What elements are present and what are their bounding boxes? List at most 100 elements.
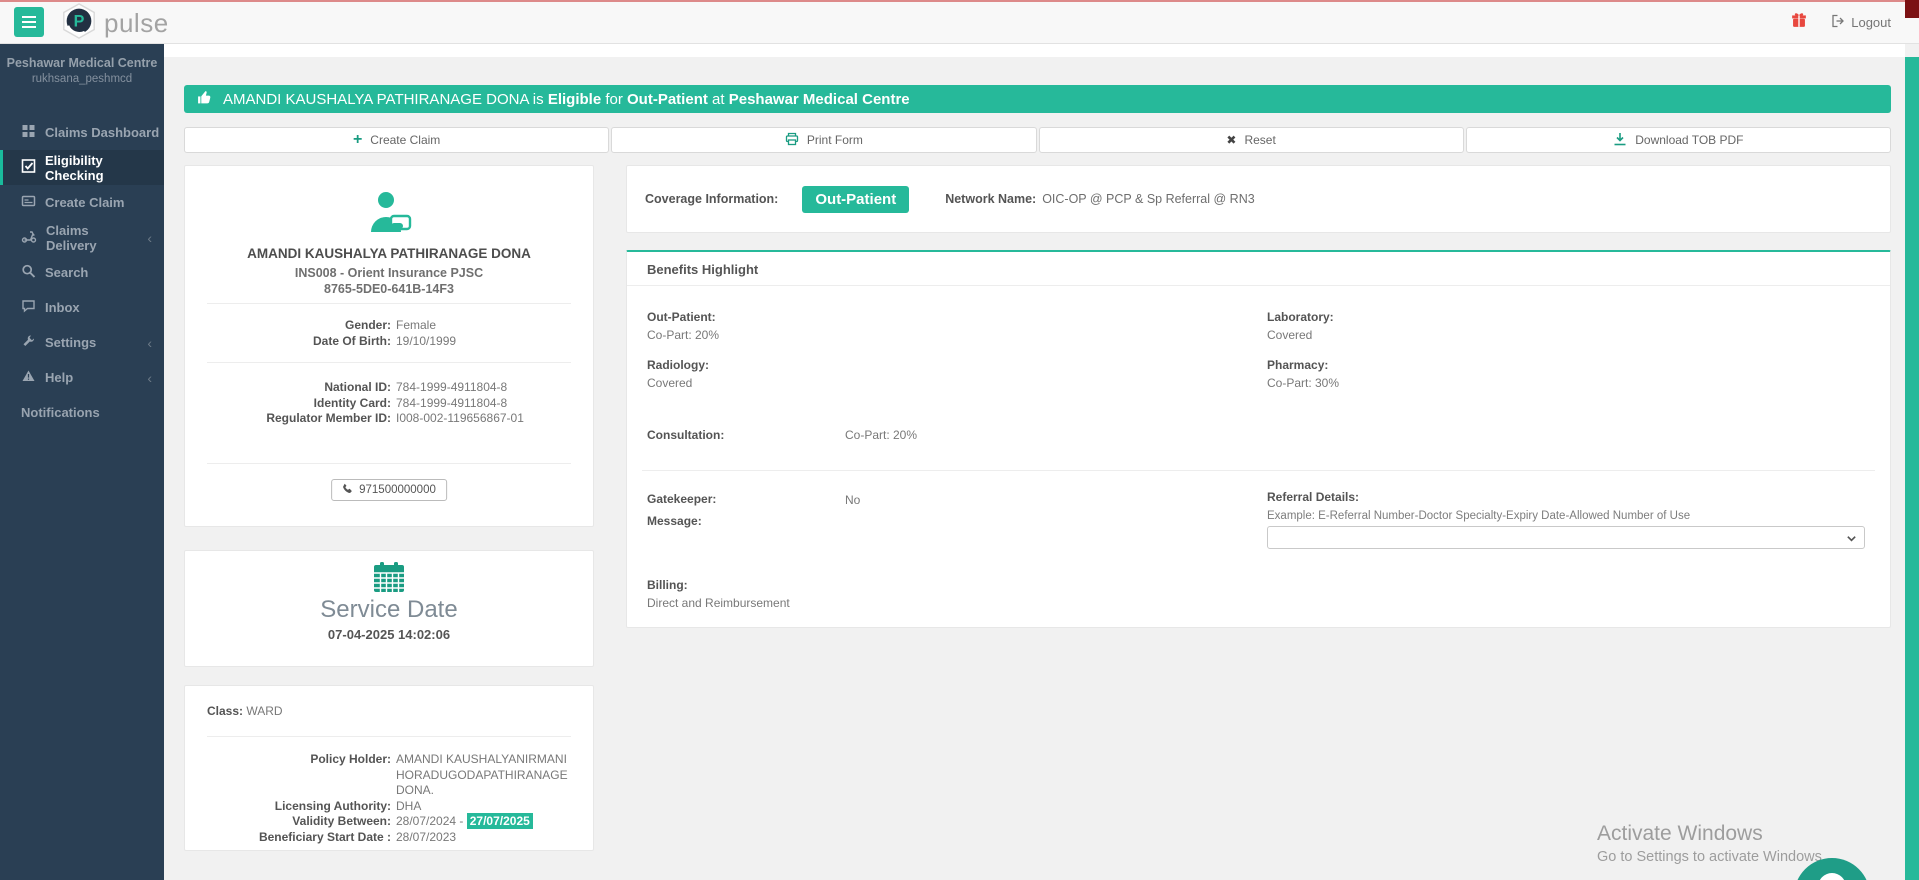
sidebar: Peshawar Medical Centre rukhsana_peshmcd… — [0, 44, 164, 880]
printer-icon — [785, 132, 799, 149]
gift-icon[interactable] — [1791, 12, 1807, 33]
top-accent-line — [0, 0, 1919, 2]
divider — [207, 362, 571, 363]
logout-button[interactable]: Logout — [1831, 14, 1891, 31]
service-date-title: Service Date — [185, 596, 593, 624]
chevron-icon: ‹ — [147, 230, 152, 246]
network-value: OIC-OP @ PCP & Sp Referral @ RN3 — [1042, 192, 1254, 206]
authority-value: DHA — [396, 799, 583, 815]
check-square-icon — [21, 159, 36, 176]
gender-value: Female — [396, 318, 585, 334]
patient-name: AMANDI KAUSHALYA PATHIRANAGE DONA — [185, 246, 593, 261]
thumbs-up-icon — [184, 90, 212, 109]
download-icon — [1613, 132, 1627, 149]
warning-icon — [21, 369, 36, 386]
consultation-value: Co-Part: 20% — [845, 428, 917, 442]
content-top-band — [164, 44, 1905, 57]
sidebar-item-create-claim[interactable]: Create Claim — [0, 185, 164, 220]
sidebar-item-help[interactable]: Help ‹ — [0, 360, 164, 395]
sidebar-item-notifications[interactable]: Notifications — [0, 395, 164, 430]
patient-avatar-icon — [185, 190, 593, 239]
banner-text: AMANDI KAUSHALYA PATHIRANAGE DONA is Eli… — [223, 91, 910, 108]
print-form-button[interactable]: Print Form — [611, 127, 1036, 153]
chevron-icon: ‹ — [147, 370, 152, 386]
pulse-logo-icon: P — [60, 1, 98, 46]
scrollbar[interactable] — [1905, 57, 1919, 880]
divider — [627, 285, 1890, 286]
gatekeeper-label: Gatekeeper: — [647, 492, 716, 506]
sidebar-item-inbox[interactable]: Inbox — [0, 290, 164, 325]
claim-card-icon — [21, 194, 36, 211]
phone-icon — [342, 483, 353, 497]
scooter-icon — [21, 229, 37, 246]
national-id-value: 784-1999-4911804-8 — [396, 380, 585, 396]
benefits-title: Benefits Highlight — [647, 262, 758, 277]
svg-text:P: P — [74, 12, 85, 30]
sidebar-nav: Claims Dashboard Eligibility Checking Cr… — [0, 115, 164, 430]
dob-value: 19/10/1999 — [396, 334, 585, 350]
eligibility-banner: AMANDI KAUSHALYA PATHIRANAGE DONA is Eli… — [184, 85, 1891, 113]
pharmacy-value: Co-Part: 30% — [1267, 376, 1339, 390]
patient-demographics: Gender:Female Date Of Birth:19/10/1999 — [185, 318, 585, 349]
out-patient-value: Co-Part: 20% — [647, 328, 719, 342]
chevron-down-icon — [1846, 533, 1857, 544]
policy-card: Class: WARD Policy Holder:AMANDI KAUSHAL… — [184, 685, 594, 851]
consultation-label: Consultation: — [647, 428, 724, 442]
out-patient-label: Out-Patient: — [647, 310, 716, 324]
app-logo[interactable]: P pulse — [60, 2, 169, 44]
laboratory-value: Covered — [1267, 328, 1312, 342]
chat-icon — [21, 299, 36, 316]
calendar-icon — [185, 562, 593, 599]
identity-card-value: 784-1999-4911804-8 — [396, 396, 585, 412]
x-icon: ✖ — [1226, 133, 1236, 147]
activate-windows-text: Activate Windows — [1597, 822, 1763, 846]
sidebar-item-claims-dashboard[interactable]: Claims Dashboard — [0, 115, 164, 150]
billing-label: Billing: — [647, 578, 688, 592]
validity-value: 28/07/2024 - 27/07/2025 — [396, 814, 583, 830]
chat-fab-icon — [1818, 873, 1846, 880]
validity-end-highlight: 27/07/2025 — [467, 813, 533, 829]
menu-toggle-button[interactable] — [14, 7, 44, 37]
network-label: Network Name: — [945, 192, 1036, 206]
plus-icon: + — [353, 132, 362, 148]
radiology-label: Radiology: — [647, 358, 709, 372]
top-header: P pulse Logout — [0, 0, 1919, 44]
username: rukhsana_peshmcd — [0, 73, 164, 85]
create-claim-button[interactable]: + Create Claim — [184, 127, 609, 153]
billing-value: Direct and Reimbursement — [647, 596, 790, 610]
org-name: Peshawar Medical Centre — [0, 56, 164, 70]
divider — [207, 736, 571, 737]
divider — [207, 303, 571, 304]
patient-insurer: INS008 - Orient Insurance PJSC — [185, 266, 593, 280]
app-root: P pulse Logout — [0, 0, 1919, 880]
logout-label: Logout — [1851, 15, 1891, 30]
brand-name: pulse — [104, 8, 169, 39]
download-tob-button[interactable]: Download TOB PDF — [1466, 127, 1891, 153]
referral-select[interactable] — [1267, 526, 1865, 549]
corner-strip — [1905, 0, 1919, 18]
phone-chip[interactable]: 971500000000 — [331, 479, 447, 501]
radiology-value: Covered — [647, 376, 692, 390]
sidebar-item-settings[interactable]: Settings ‹ — [0, 325, 164, 360]
regulator-id-value: I008-002-119656867-01 — [396, 411, 585, 427]
sidebar-item-search[interactable]: Search — [0, 255, 164, 290]
sidebar-item-eligibility-checking[interactable]: Eligibility Checking — [0, 150, 164, 185]
coverage-badge: Out-Patient — [802, 186, 909, 213]
laboratory-label: Laboratory: — [1267, 310, 1334, 324]
pharmacy-label: Pharmacy: — [1267, 358, 1328, 372]
activate-windows-subtext: Go to Settings to activate Windows. — [1597, 849, 1826, 865]
sidebar-item-claims-delivery[interactable]: Claims Delivery ‹ — [0, 220, 164, 255]
message-label: Message: — [647, 514, 702, 528]
patient-ids: National ID:784-1999-4911804-8 Identity … — [185, 380, 585, 427]
patient-card: AMANDI KAUSHALYA PATHIRANAGE DONA INS008… — [184, 165, 594, 527]
reset-button[interactable]: ✖ Reset — [1039, 127, 1464, 153]
referral-hint: Example: E-Referral Number-Doctor Specia… — [1267, 510, 1690, 522]
service-date-card: Service Date 07-04-2025 14:02:06 — [184, 550, 594, 667]
service-date-value: 07-04-2025 14:02:06 — [185, 627, 593, 642]
chevron-icon: ‹ — [147, 335, 152, 351]
wrench-icon — [21, 334, 36, 351]
divider — [642, 470, 1875, 471]
phone-number: 971500000000 — [359, 484, 436, 496]
coverage-card: Coverage Information: Out-Patient Networ… — [626, 165, 1891, 233]
action-toolbar: + Create Claim Print Form ✖ Reset Downlo… — [184, 127, 1891, 153]
